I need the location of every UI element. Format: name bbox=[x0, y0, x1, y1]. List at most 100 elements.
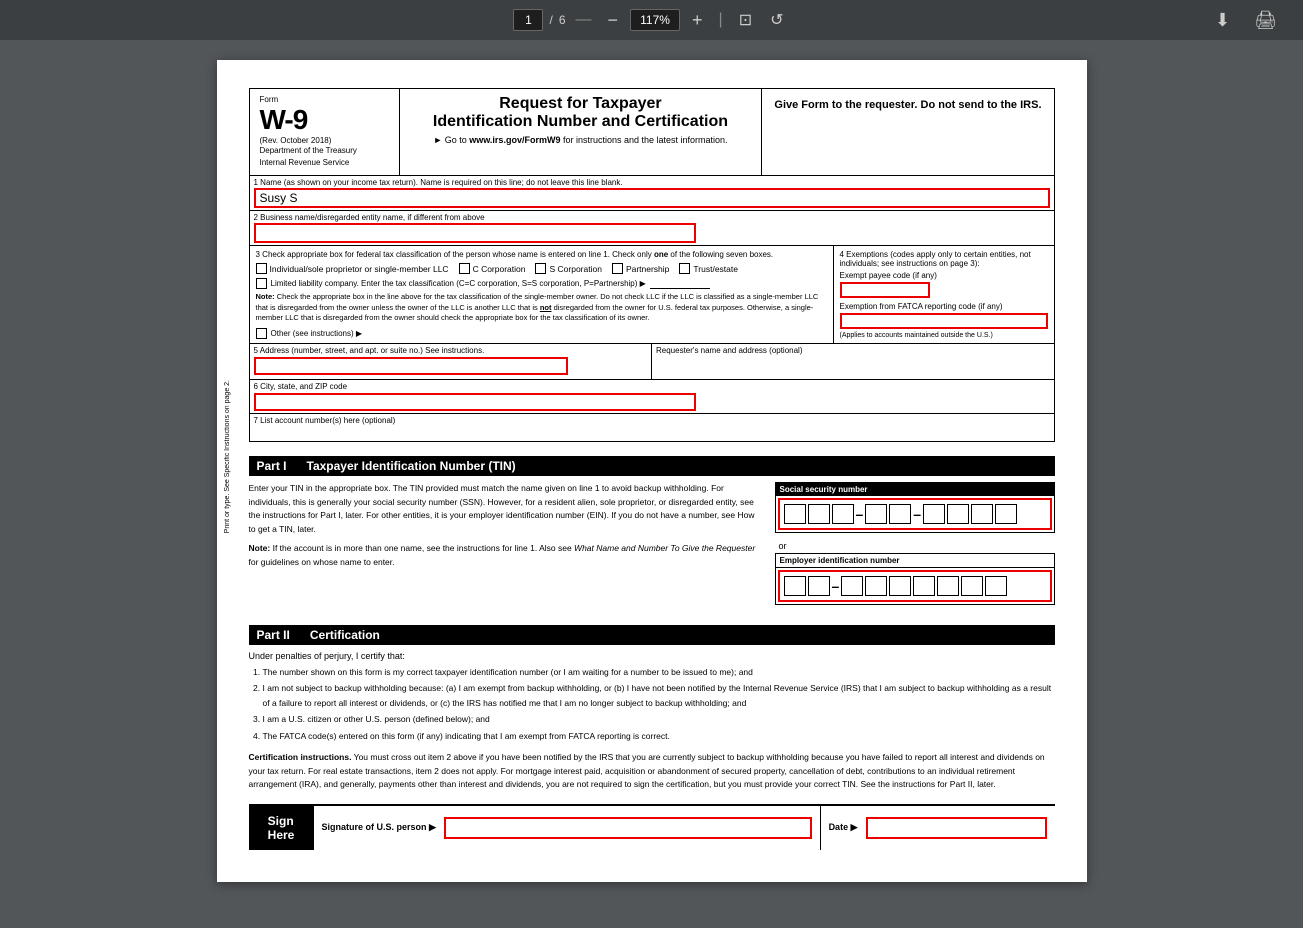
cert-section: Under penalties of perjury, I certify th… bbox=[249, 651, 1055, 792]
sign-date-area: Date ▶ bbox=[821, 806, 1055, 850]
fit-page-button[interactable]: ⊡ bbox=[733, 6, 758, 34]
ein-dash: – bbox=[832, 578, 840, 594]
exempt-payee-input[interactable] bbox=[840, 282, 930, 298]
tax-class-main: 3 Check appropriate box for federal tax … bbox=[250, 246, 834, 343]
ssn-label: Social security number bbox=[776, 483, 1054, 496]
form-header-center: Request for Taxpayer Identification Numb… bbox=[400, 89, 763, 175]
ssn-cell-6[interactable] bbox=[923, 504, 945, 524]
ssn-cell-2[interactable] bbox=[808, 504, 830, 524]
other-label: Other (see instructions) ▶ bbox=[271, 329, 363, 338]
c-corp-checkbox[interactable] bbox=[459, 263, 470, 274]
llc-checkbox[interactable] bbox=[256, 278, 267, 289]
ssn-cell-5[interactable] bbox=[889, 504, 911, 524]
zoom-input[interactable] bbox=[630, 9, 680, 31]
llc-text: Limited liability company. Enter the tax… bbox=[271, 279, 646, 288]
ein-cell-8[interactable] bbox=[961, 576, 983, 596]
exemptions-title: 4 Exemptions (codes apply only to certai… bbox=[840, 250, 1048, 268]
requester-label: Requester's name and address (optional) bbox=[656, 346, 1050, 355]
ind-label: Individual/sole proprietor or single-mem… bbox=[270, 264, 449, 274]
llc-input[interactable] bbox=[650, 278, 710, 289]
sign-row: SignHere Signature of U.S. person ▶ Date… bbox=[249, 804, 1055, 850]
sep1: — bbox=[576, 11, 592, 29]
trust-checkbox-label[interactable]: Trust/estate bbox=[679, 263, 738, 274]
ein-cell-7[interactable] bbox=[937, 576, 959, 596]
requester-area: Requester's name and address (optional) bbox=[652, 344, 1054, 379]
ind-checkbox[interactable] bbox=[256, 263, 267, 274]
fatca-input[interactable] bbox=[840, 313, 1048, 329]
line6-row: 6 City, state, and ZIP code bbox=[250, 380, 1054, 414]
line2-label: 2 Business name/disregarded entity name,… bbox=[250, 211, 1054, 222]
c-corp-checkbox-label[interactable]: C Corporation bbox=[459, 263, 526, 274]
ein-cell-1[interactable] bbox=[784, 576, 806, 596]
other-row: Other (see instructions) ▶ bbox=[256, 328, 827, 339]
line5-input[interactable] bbox=[254, 357, 569, 375]
ssn-cell-9[interactable] bbox=[995, 504, 1017, 524]
line1-label: 1 Name (as shown on your income tax retu… bbox=[250, 176, 1054, 187]
line1-row: 1 Name (as shown on your income tax retu… bbox=[250, 176, 1054, 211]
ein-cell-4[interactable] bbox=[865, 576, 887, 596]
sidebar-rotated-text: Print or type. See Specific Instructions… bbox=[223, 380, 237, 533]
ein-box: Employer identification number – bbox=[775, 553, 1055, 605]
form-label: Form bbox=[260, 95, 389, 104]
cert-instructions: Certification instructions. You must cro… bbox=[249, 751, 1055, 792]
form-dept: Department of the TreasuryInternal Reven… bbox=[260, 145, 389, 169]
form-header-right: Give Form to the requester. Do not send … bbox=[762, 89, 1053, 175]
ein-cell-2[interactable] bbox=[808, 576, 830, 596]
other-checkbox[interactable] bbox=[256, 328, 267, 339]
trust-checkbox[interactable] bbox=[679, 263, 690, 274]
ssn-cell-4[interactable] bbox=[865, 504, 887, 524]
tin-right: Social security number – – bbox=[775, 482, 1055, 611]
ssn-cell-7[interactable] bbox=[947, 504, 969, 524]
exempt-payee-label: Exempt payee code (if any) bbox=[840, 271, 1048, 280]
fatca-label: Exemption from FATCA reporting code (if … bbox=[840, 302, 1048, 311]
part1-header: Part I Taxpayer Identification Number (T… bbox=[249, 456, 1055, 476]
zoom-in-button[interactable]: + bbox=[686, 6, 709, 35]
ein-cell-6[interactable] bbox=[913, 576, 935, 596]
toolbar-center: / 6 — − + | ⊡ ↺ bbox=[513, 6, 789, 35]
signature-input[interactable] bbox=[444, 817, 812, 839]
tin-section: Enter your TIN in the appropriate box. T… bbox=[249, 482, 1055, 611]
ssn-dash-1: – bbox=[856, 506, 864, 522]
sign-date-label: Date ▶ bbox=[829, 822, 858, 833]
cert-item-4: The FATCA code(s) entered on this form (… bbox=[263, 729, 1055, 743]
ssn-cell-8[interactable] bbox=[971, 504, 993, 524]
ein-cell-3[interactable] bbox=[841, 576, 863, 596]
s-corp-checkbox[interactable] bbox=[535, 263, 546, 274]
form-header-left: Form W-9 (Rev. October 2018) Department … bbox=[250, 89, 400, 175]
ssn-dash-2: – bbox=[913, 506, 921, 522]
cert-item-2: I am not subject to backup withholding b… bbox=[263, 681, 1055, 710]
print-button[interactable]: 🖨 bbox=[1248, 6, 1283, 35]
sep2: | bbox=[719, 11, 723, 29]
part1-number: Part I bbox=[257, 459, 287, 473]
line6-input[interactable] bbox=[254, 393, 696, 411]
date-input[interactable] bbox=[866, 817, 1047, 839]
part2-number: Part II bbox=[257, 628, 290, 642]
partnership-checkbox[interactable] bbox=[612, 263, 623, 274]
sign-here-text: SignHere bbox=[268, 814, 295, 842]
ein-cell-5[interactable] bbox=[889, 576, 911, 596]
tin-left: Enter your TIN in the appropriate box. T… bbox=[249, 482, 759, 611]
partnership-checkbox-label[interactable]: Partnership bbox=[612, 263, 669, 274]
line5-left: 5 Address (number, street, and apt. or s… bbox=[250, 344, 653, 379]
line1-section: 1 Name (as shown on your income tax retu… bbox=[249, 176, 1055, 442]
line1-input[interactable] bbox=[254, 188, 1050, 208]
line2-input[interactable] bbox=[254, 223, 696, 243]
download-button[interactable]: ⬇ bbox=[1209, 6, 1236, 35]
tax-class-right: 4 Exemptions (codes apply only to certai… bbox=[834, 246, 1054, 343]
cert-list: The number shown on this form is my corr… bbox=[263, 665, 1055, 743]
line5-label: 5 Address (number, street, and apt. or s… bbox=[254, 346, 648, 355]
zoom-out-button[interactable]: − bbox=[602, 6, 625, 35]
ssn-cell-3[interactable] bbox=[832, 504, 854, 524]
toolbar-actions: ⬇ 🖨 bbox=[1209, 6, 1283, 35]
ind-checkbox-label[interactable]: Individual/sole proprietor or single-mem… bbox=[256, 263, 449, 274]
page-current-input[interactable] bbox=[513, 9, 543, 31]
part2-title: Certification bbox=[310, 628, 380, 642]
line7-label: 7 List account number(s) here (optional) bbox=[250, 414, 1054, 425]
tin-note-text: Note: If the account is in more than one… bbox=[249, 542, 759, 569]
s-corp-checkbox-label[interactable]: S Corporation bbox=[535, 263, 601, 274]
rotate-button[interactable]: ↺ bbox=[764, 6, 789, 34]
ein-cell-9[interactable] bbox=[985, 576, 1007, 596]
toolbar: / 6 — − + | ⊡ ↺ ⬇ 🖨 bbox=[0, 0, 1303, 40]
ssn-cell-1[interactable] bbox=[784, 504, 806, 524]
form-name: W-9 bbox=[260, 104, 389, 136]
